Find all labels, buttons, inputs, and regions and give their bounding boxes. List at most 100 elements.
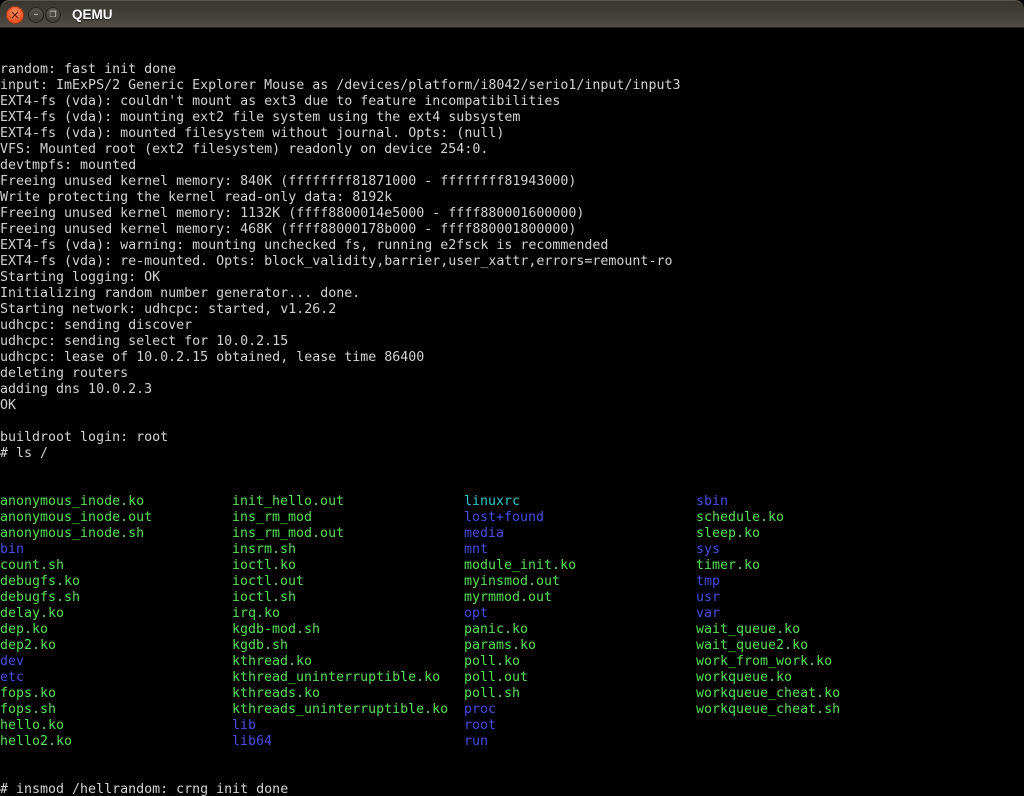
ls-entry-executable: kthread_uninterruptible.ko (232, 670, 464, 686)
console-line: udhcpc: sending select for 10.0.2.15 (0, 334, 1024, 350)
minimize-button[interactable]: – (28, 7, 44, 23)
console-line: # ls / (0, 446, 1024, 462)
ls-entry-executable: poll.sh (464, 686, 696, 702)
minimize-icon: – (34, 10, 39, 20)
ls-entry-directory: media (464, 526, 696, 542)
ls-entry-executable: dep.ko (0, 622, 232, 638)
ls-entry-executable: wait_queue2.ko (696, 638, 928, 654)
ls-row: count.shioctl.komodule_init.kotimer.ko (0, 558, 1024, 574)
console-line: VFS: Mounted root (ext2 filesystem) read… (0, 142, 1024, 158)
console-line: deleting routers (0, 366, 1024, 382)
ls-entry-executable: wait_queue.ko (696, 622, 928, 638)
ls-entry-executable: insrm.sh (232, 542, 464, 558)
console-line: EXT4-fs (vda): re-mounted. Opts: block_v… (0, 254, 1024, 270)
ls-entry-executable: poll.out (464, 670, 696, 686)
ls-entry-executable: count.sh (0, 558, 232, 574)
ls-entry-executable: workqueue.ko (696, 670, 928, 686)
ls-row: fops.kokthreads.kopoll.shworkqueue_cheat… (0, 686, 1024, 702)
ls-entry-directory: sys (696, 542, 928, 558)
ls-entry-executable: ins_rm_mod (232, 510, 464, 526)
ls-entry-executable: anonymous_inode.out (0, 510, 232, 526)
console-line: Write protecting the kernel read-only da… (0, 190, 1024, 206)
tail-log: # insmod /hellrandom: crng init done# in… (0, 782, 1024, 796)
console-line: EXT4-fs (vda): mounting ext2 file system… (0, 110, 1024, 126)
ls-entry-executable: module_init.ko (464, 558, 696, 574)
close-button[interactable]: ✕ (6, 6, 24, 24)
ls-entry-directory: usr (696, 590, 928, 606)
console-line: Starting logging: OK (0, 270, 1024, 286)
console-line: Starting network: udhcpc: started, v1.26… (0, 302, 1024, 318)
console-line: EXT4-fs (vda): warning: mounting uncheck… (0, 238, 1024, 254)
ls-entry-executable: anonymous_inode.ko (0, 494, 232, 510)
ls-entry-executable: ioctl.ko (232, 558, 464, 574)
ls-row: hello2.kolib64run (0, 734, 1024, 750)
ls-entry-executable: debugfs.sh (0, 590, 232, 606)
console-line: Freeing unused kernel memory: 1132K (fff… (0, 206, 1024, 222)
maximize-button[interactable]: ❒ (45, 7, 61, 23)
ls-row: hello.kolibroot (0, 718, 1024, 734)
ls-entry-executable: kgdb.sh (232, 638, 464, 654)
console-line: input: ImExPS/2 Generic Explorer Mouse a… (0, 78, 1024, 94)
ls-entry-executable: schedule.ko (696, 510, 928, 526)
ls-entry-executable: myinsmod.out (464, 574, 696, 590)
ls-entry-executable: kthread.ko (232, 654, 464, 670)
console-line: random: fast init done (0, 62, 1024, 78)
console-line: EXT4-fs (vda): mounted filesystem withou… (0, 126, 1024, 142)
ls-entry-executable: workqueue_cheat.sh (696, 702, 928, 718)
ls-entry-executable: ioctl.sh (232, 590, 464, 606)
ls-entry-executable: work_from_work.ko (696, 654, 928, 670)
console-line: Freeing unused kernel memory: 840K (ffff… (0, 174, 1024, 190)
ls-row: bininsrm.shmntsys (0, 542, 1024, 558)
ls-entry-executable: hello2.ko (0, 734, 232, 750)
ls-row: devkthread.kopoll.kowork_from_work.ko (0, 654, 1024, 670)
boot-log: random: fast init doneinput: ImExPS/2 Ge… (0, 62, 1024, 462)
ls-entry-executable: hello.ko (0, 718, 232, 734)
ls-entry-executable: fops.sh (0, 702, 232, 718)
ls-row: dep2.kokgdb.shparams.kowait_queue2.ko (0, 638, 1024, 654)
ls-entry-executable: ins_rm_mod.out (232, 526, 464, 542)
ls-entry-executable: fops.ko (0, 686, 232, 702)
console-line: # insmod /hellrandom: crng init done (0, 782, 1024, 796)
ls-entry-directory: lost+found (464, 510, 696, 526)
ls-entry-directory: tmp (696, 574, 928, 590)
ls-entry-directory: opt (464, 606, 696, 622)
ls-entry-executable: ioctl.out (232, 574, 464, 590)
ls-entry-directory: var (696, 606, 928, 622)
ls-entry-executable: kgdb-mod.sh (232, 622, 464, 638)
ls-entry-directory: sbin (696, 494, 928, 510)
ls-entry-executable: debugfs.ko (0, 574, 232, 590)
console-line: udhcpc: lease of 10.0.2.15 obtained, lea… (0, 350, 1024, 366)
ls-row: fops.shkthreads_uninterruptible.koprocwo… (0, 702, 1024, 718)
ls-entry-executable: myrmmod.out (464, 590, 696, 606)
ls-entry-directory: root (464, 718, 696, 734)
console-line: OK (0, 398, 1024, 414)
console-line (0, 414, 1024, 430)
console-line: udhcpc: sending discover (0, 318, 1024, 334)
ls-row: debugfs.shioctl.shmyrmmod.outusr (0, 590, 1024, 606)
ls-entry-executable: sleep.ko (696, 526, 928, 542)
ls-row: anonymous_inode.koinit_hello.outlinuxrcs… (0, 494, 1024, 510)
ls-entry-directory: mnt (464, 542, 696, 558)
console-line: Freeing unused kernel memory: 468K (ffff… (0, 222, 1024, 238)
ls-entry-executable: dep2.ko (0, 638, 232, 654)
qemu-console-screen[interactable]: random: fast init doneinput: ImExPS/2 Ge… (0, 28, 1024, 796)
ls-row: anonymous_inode.shins_rm_mod.outmediasle… (0, 526, 1024, 542)
ls-entry-directory: run (464, 734, 696, 750)
ls-entry-directory: proc (464, 702, 696, 718)
ls-row: anonymous_inode.outins_rm_modlost+founds… (0, 510, 1024, 526)
close-icon: ✕ (10, 10, 19, 21)
ls-entry-empty (696, 734, 928, 750)
ls-entry-symlink: linuxrc (464, 494, 696, 510)
ls-row: delay.koirq.kooptvar (0, 606, 1024, 622)
maximize-icon: ❒ (49, 11, 56, 19)
ls-entry-executable: panic.ko (464, 622, 696, 638)
ls-entry-executable: delay.ko (0, 606, 232, 622)
console-line: buildroot login: root (0, 430, 1024, 446)
console-line: adding dns 10.0.2.3 (0, 382, 1024, 398)
ls-entry-executable: irq.ko (232, 606, 464, 622)
console-line: devtmpfs: mounted (0, 158, 1024, 174)
window-titlebar[interactable]: ✕ – ❒ QEMU (0, 0, 1024, 28)
ls-entry-directory: bin (0, 542, 232, 558)
ls-row: etckthread_uninterruptible.kopoll.outwor… (0, 670, 1024, 686)
ls-row: dep.kokgdb-mod.shpanic.kowait_queue.ko (0, 622, 1024, 638)
